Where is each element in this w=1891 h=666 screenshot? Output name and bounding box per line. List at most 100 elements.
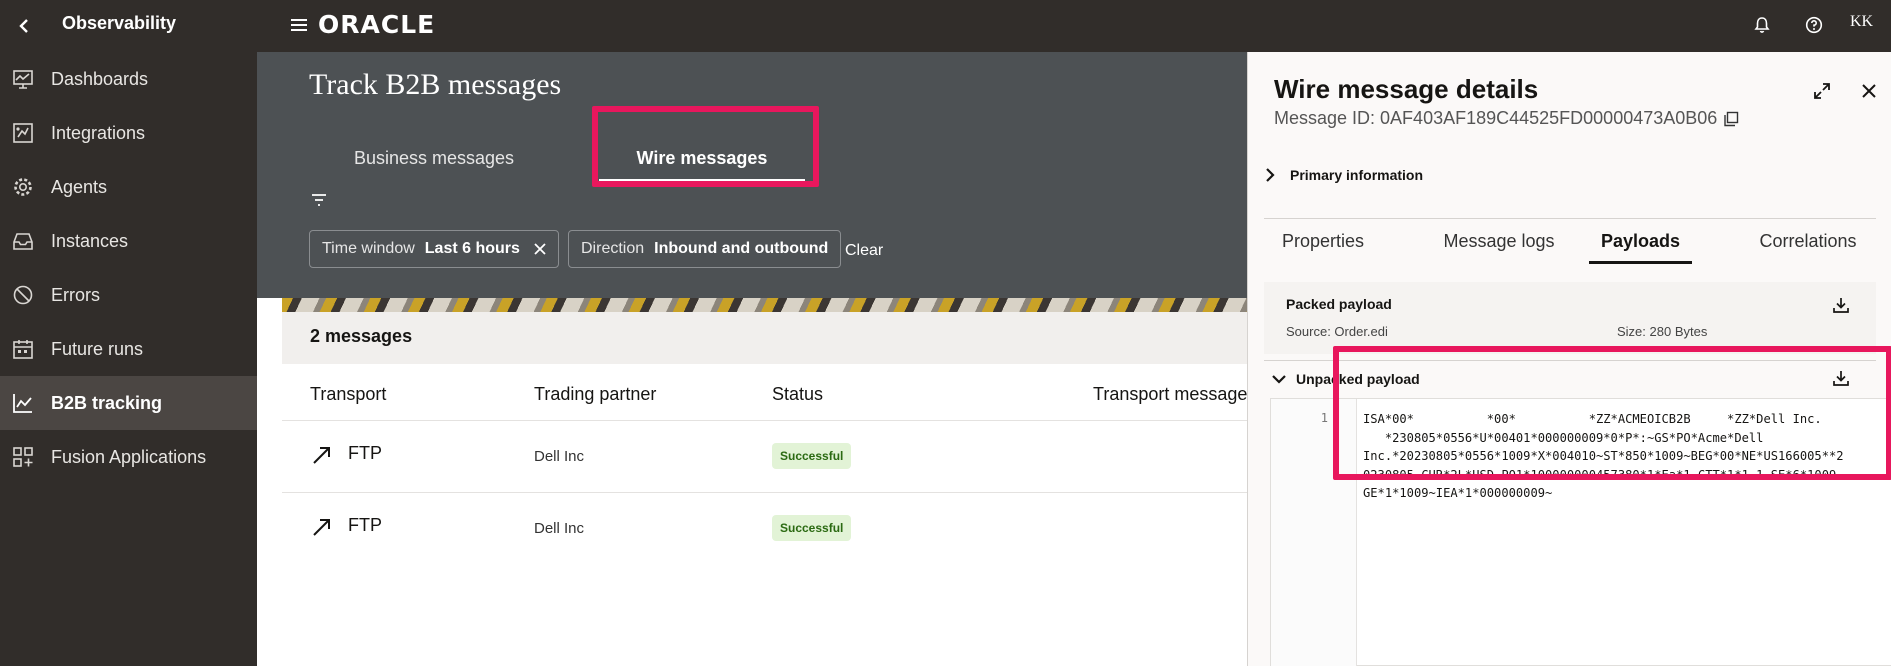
code-line: GE*1*1009~IEA*1*000000009~ xyxy=(1363,486,1553,500)
tab-wire-messages[interactable]: Wire messages xyxy=(599,134,805,182)
outbound-arrow-icon xyxy=(310,515,336,541)
filter-name: Time window xyxy=(322,240,415,257)
wire-message-details-drawer: Wire message details Message ID: 0AF403A… xyxy=(1247,52,1891,666)
sidebar-item-label: Agents xyxy=(51,176,108,197)
bell-icon[interactable] xyxy=(1749,12,1775,38)
payload-source: Source: Order.edi xyxy=(1286,324,1388,339)
code-line: *230805*0556*U*00401*000000009*0*P*:~GS*… xyxy=(1363,430,1764,445)
message-id-text: Message ID: 0AF403AF189C44525FD00000473A… xyxy=(1274,108,1718,128)
tab-correlations[interactable]: Correlations xyxy=(1738,218,1878,264)
filter-value: Last 6 hours xyxy=(424,240,520,257)
close-icon[interactable] xyxy=(534,243,546,255)
menu-icon[interactable] xyxy=(288,14,310,36)
chevron-right-icon xyxy=(1264,168,1276,182)
back-icon[interactable] xyxy=(8,10,40,42)
user-avatar[interactable]: KK xyxy=(1850,13,1873,31)
tab-underline xyxy=(599,179,805,182)
gear-icon xyxy=(10,174,36,200)
line-gutter: 1 xyxy=(1271,399,1357,666)
sidebar-item-label: Future runs xyxy=(51,338,144,359)
calendar-icon xyxy=(10,336,36,362)
drawer-title: Wire message details xyxy=(1274,74,1539,104)
sidebar-item-fusion-applications[interactable]: Fusion Applications xyxy=(0,430,257,484)
column-header[interactable]: Status xyxy=(772,384,823,405)
packed-payload-title: Packed payload xyxy=(1286,296,1392,312)
help-icon[interactable] xyxy=(1801,12,1827,38)
sidebar: Dashboards Integrations Agents Instances… xyxy=(0,52,257,666)
sidebar-item-future-runs[interactable]: Future runs xyxy=(0,322,257,376)
tab-label: Wire messages xyxy=(636,147,768,168)
sidebar-item-label: Instances xyxy=(51,230,129,251)
transport-cell: FTP xyxy=(348,515,382,535)
line-number: 1 xyxy=(1320,411,1328,425)
results-count: 2 messages xyxy=(310,326,413,346)
partner-cell: Dell Inc xyxy=(534,520,585,537)
tab-business-messages[interactable]: Business messages xyxy=(319,134,549,182)
filter-name: Direction xyxy=(581,240,645,257)
tab-underline xyxy=(1589,261,1692,264)
tab-payloads[interactable]: Payloads xyxy=(1589,218,1692,264)
expand-icon[interactable] xyxy=(1807,76,1837,106)
close-icon[interactable] xyxy=(1854,76,1884,106)
sidebar-item-instances[interactable]: Instances xyxy=(0,214,257,268)
page-header: Track B2B messages Business messages Wir… xyxy=(257,52,1247,298)
sidebar-item-integrations[interactable]: Integrations xyxy=(0,106,257,160)
sidebar-item-errors[interactable]: Errors xyxy=(0,268,257,322)
message-id: Message ID: 0AF403AF189C44525FD00000473A… xyxy=(1274,108,1739,129)
download-icon[interactable] xyxy=(1832,296,1852,316)
tab-label: Business messages xyxy=(353,147,515,168)
dashboard-icon xyxy=(10,66,36,92)
app-title: Observability xyxy=(62,13,177,33)
filter-icon[interactable] xyxy=(309,190,329,210)
tab-message-logs[interactable]: Message logs xyxy=(1424,218,1574,264)
sidebar-item-label: Errors xyxy=(51,284,100,305)
sidebar-item-dashboards[interactable]: Dashboards xyxy=(0,52,257,106)
filter-chip-direction[interactable]: Direction Inbound and outbound xyxy=(568,230,842,268)
inbox-icon xyxy=(10,228,36,254)
results-count-bar: 2 messages xyxy=(282,312,1247,364)
payload-code-editor[interactable]: 1 ISA*00* *00* *ZZ*ACMEOICB2B *ZZ*Dell I… xyxy=(1270,398,1891,666)
table-row[interactable]: FTP Dell Inc Successful xyxy=(282,420,1247,492)
code-line: Inc.*20230805*0556*1009*X*004010~ST*850*… xyxy=(1363,449,1844,463)
download-icon[interactable] xyxy=(1832,369,1852,389)
top-bar: Observability ORACLE KK xyxy=(0,0,1891,52)
column-header[interactable]: Transport xyxy=(310,384,386,405)
sidebar-item-label: Fusion Applications xyxy=(51,446,207,467)
partner-cell: Dell Inc xyxy=(534,448,585,465)
chart-icon xyxy=(10,390,36,416)
chevron-down-icon xyxy=(1272,373,1286,385)
tab-label: Payloads xyxy=(1600,230,1681,251)
integrations-icon xyxy=(10,120,36,146)
transport-cell: FTP xyxy=(348,443,382,463)
oracle-logo[interactable]: ORACLE xyxy=(318,10,435,39)
section-title: Unpacked payload xyxy=(1296,370,1420,387)
status-badge: Successful xyxy=(772,515,852,541)
table-row[interactable]: FTP Dell Inc Successful xyxy=(282,492,1247,564)
payload-code: ISA*00* *00* *ZZ*ACMEOICB2B *ZZ*Dell Inc… xyxy=(1363,410,1883,503)
sidebar-item-b2b-tracking[interactable]: B2B tracking xyxy=(0,376,257,430)
clear-filters-link[interactable]: Clear xyxy=(845,242,883,260)
status-badge: Successful xyxy=(772,443,852,469)
tab-properties[interactable]: Properties xyxy=(1278,218,1368,264)
column-header[interactable]: Transport message xyxy=(1093,384,1247,405)
unpacked-payload-toggle[interactable]: Unpacked payload xyxy=(1264,360,1876,396)
copy-icon[interactable] xyxy=(1723,111,1739,127)
sidebar-item-agents[interactable]: Agents xyxy=(0,160,257,214)
decorative-banner xyxy=(282,298,1247,312)
payload-size: Size: 280 Bytes xyxy=(1617,324,1708,339)
sidebar-item-label: Integrations xyxy=(51,122,146,143)
column-header[interactable]: Trading partner xyxy=(534,384,656,405)
tab-label: Properties xyxy=(1281,230,1365,251)
filter-chip-time-window[interactable]: Time window Last 6 hours xyxy=(309,230,559,268)
section-title: Primary information xyxy=(1290,167,1424,183)
error-icon xyxy=(10,282,36,308)
drawer-body: Primary information Properties Message l… xyxy=(1248,146,1891,666)
drawer-header: Wire message details Message ID: 0AF403A… xyxy=(1248,52,1891,146)
primary-information-toggle[interactable]: Primary information xyxy=(1264,160,1423,190)
messages-table: 2 messages Transport Trading partner Sta… xyxy=(282,312,1247,666)
grid-plus-icon xyxy=(10,444,36,470)
code-line: ISA*00* *00* *ZZ*ACMEOICB2B *ZZ*Dell Inc… xyxy=(1363,412,1822,426)
outbound-arrow-icon xyxy=(310,443,336,469)
filter-value: Inbound and outbound xyxy=(654,240,829,257)
tab-label: Correlations xyxy=(1759,230,1857,251)
